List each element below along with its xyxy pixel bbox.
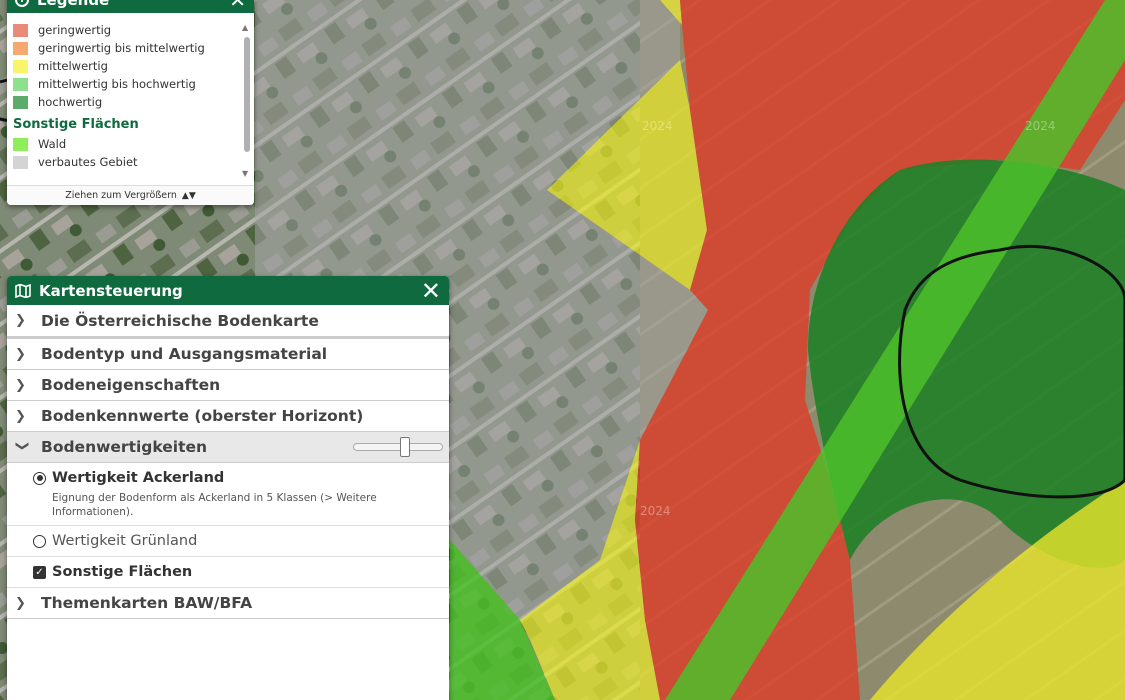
chevron-right-icon: ❯	[15, 408, 26, 424]
radio-unselected[interactable]	[33, 534, 46, 548]
opacity-slider[interactable]	[353, 437, 443, 457]
legend-swatch	[13, 77, 28, 91]
legend-label: Wald	[38, 137, 67, 151]
option-label: Wertigkeit Ackerland	[52, 470, 225, 486]
legend-scrollbar[interactable]: ▲ ▼	[242, 23, 252, 178]
legend-swatch	[13, 137, 28, 151]
section-themenkarten[interactable]: ❯ Themenkarten BAW/BFA	[7, 588, 449, 619]
section-label: Bodentyp und Ausgangsmaterial	[41, 345, 328, 363]
close-icon[interactable]: ✕	[229, 0, 246, 10]
legend-body[interactable]: geringwertig geringwertig bis mittelwert…	[7, 13, 254, 183]
chevron-right-icon: ❯	[15, 377, 26, 393]
legend-item: geringwertig bis mittelwertig	[13, 39, 254, 57]
legend-label: verbautes Gebiet	[38, 155, 138, 169]
section-bodenkarte[interactable]: ❯ Die Österreichische Bodenkarte	[7, 305, 449, 339]
scroll-down-icon[interactable]: ▼	[242, 169, 248, 178]
chevron-right-icon: ❯	[15, 595, 26, 611]
legend-header: i Legende ✕	[7, 0, 254, 13]
watermark-year: 2024	[640, 504, 671, 518]
control-header: Kartensteuerung ✕	[7, 276, 449, 305]
close-icon[interactable]: ✕	[421, 279, 441, 303]
chevron-right-icon: ❯	[15, 313, 26, 328]
legend-label: geringwertig bis mittelwertig	[38, 41, 205, 55]
legend-resize-handle[interactable]: Ziehen zum Vergrößern ▲▼	[7, 185, 254, 205]
section-bodentyp[interactable]: ❯ Bodentyp und Ausgangsmaterial	[7, 339, 449, 370]
option-label: Sonstige Flächen	[52, 564, 193, 580]
section-bodenwertigkeiten[interactable]: ❯ Bodenwertigkeiten	[7, 432, 449, 463]
section-label: Themenkarten BAW/BFA	[41, 594, 253, 612]
legend-item: mittelwertig	[13, 57, 254, 75]
resize-arrows-icon: ▲▼	[181, 190, 196, 201]
checkbox-checked[interactable]: ✓	[33, 565, 46, 579]
legend-swatch	[13, 41, 28, 55]
section-label: Bodeneigenschaften	[41, 376, 221, 394]
legend-swatch	[13, 59, 28, 73]
legend-title: Legende	[37, 0, 109, 9]
scroll-up-icon[interactable]: ▲	[242, 23, 248, 32]
scrollbar-thumb[interactable]	[244, 37, 250, 152]
legend-label: mittelwertig bis hochwertig	[38, 77, 196, 91]
legend-label: geringwertig	[38, 23, 112, 37]
legend-item: verbautes Gebiet	[13, 153, 254, 171]
legend-swatch	[13, 95, 28, 109]
control-title: Kartensteuerung	[39, 281, 183, 300]
option-sonstige-flaechen[interactable]: ✓ Sonstige Flächen	[7, 557, 449, 588]
section-label: Bodenwertigkeiten	[41, 438, 208, 456]
legend-item: hochwertig	[13, 93, 254, 111]
legend-item: geringwertig	[13, 21, 254, 39]
section-label: Die Österreichische Bodenkarte	[41, 311, 319, 330]
watermark-year: 2024	[1025, 119, 1056, 133]
section-bodeneigenschaften[interactable]: ❯ Bodeneigenschaften	[7, 370, 449, 401]
option-wertigkeit-ackerland[interactable]: Wertigkeit Ackerland Eignung der Bodenfo…	[7, 463, 449, 526]
legend-swatch	[13, 155, 28, 169]
legend-label: hochwertig	[38, 95, 103, 109]
map-control-panel: Kartensteuerung ✕ ❯ Die Österreichische …	[7, 276, 449, 700]
radio-selected[interactable]	[33, 471, 46, 485]
legend-label: mittelwertig	[38, 59, 108, 73]
info-icon[interactable]: i	[15, 0, 29, 7]
watermark-year: 2024	[642, 119, 673, 133]
legend-swatch	[13, 23, 28, 37]
chevron-right-icon: ❯	[15, 346, 26, 362]
resize-label: Ziehen zum Vergrößern	[65, 190, 177, 201]
legend-panel: i Legende ✕ geringwertig geringwertig bi…	[7, 0, 254, 205]
map-icon	[15, 283, 31, 298]
section-label: Bodenkennwerte (oberster Horizont)	[41, 407, 364, 425]
section-bodenkennwerte[interactable]: ❯ Bodenkennwerte (oberster Horizont)	[7, 401, 449, 432]
option-description: Eignung der Bodenform als Ackerland in 5…	[52, 492, 377, 518]
legend-item: Wald	[13, 135, 254, 153]
option-label: Wertigkeit Grünland	[52, 533, 198, 549]
chevron-down-icon: ❯	[14, 440, 30, 451]
option-wertigkeit-gruenland[interactable]: Wertigkeit Grünland	[7, 526, 449, 557]
slider-handle[interactable]	[400, 437, 411, 457]
legend-item: mittelwertig bis hochwertig	[13, 75, 254, 93]
legend-section-title: Sonstige Flächen	[13, 117, 139, 132]
